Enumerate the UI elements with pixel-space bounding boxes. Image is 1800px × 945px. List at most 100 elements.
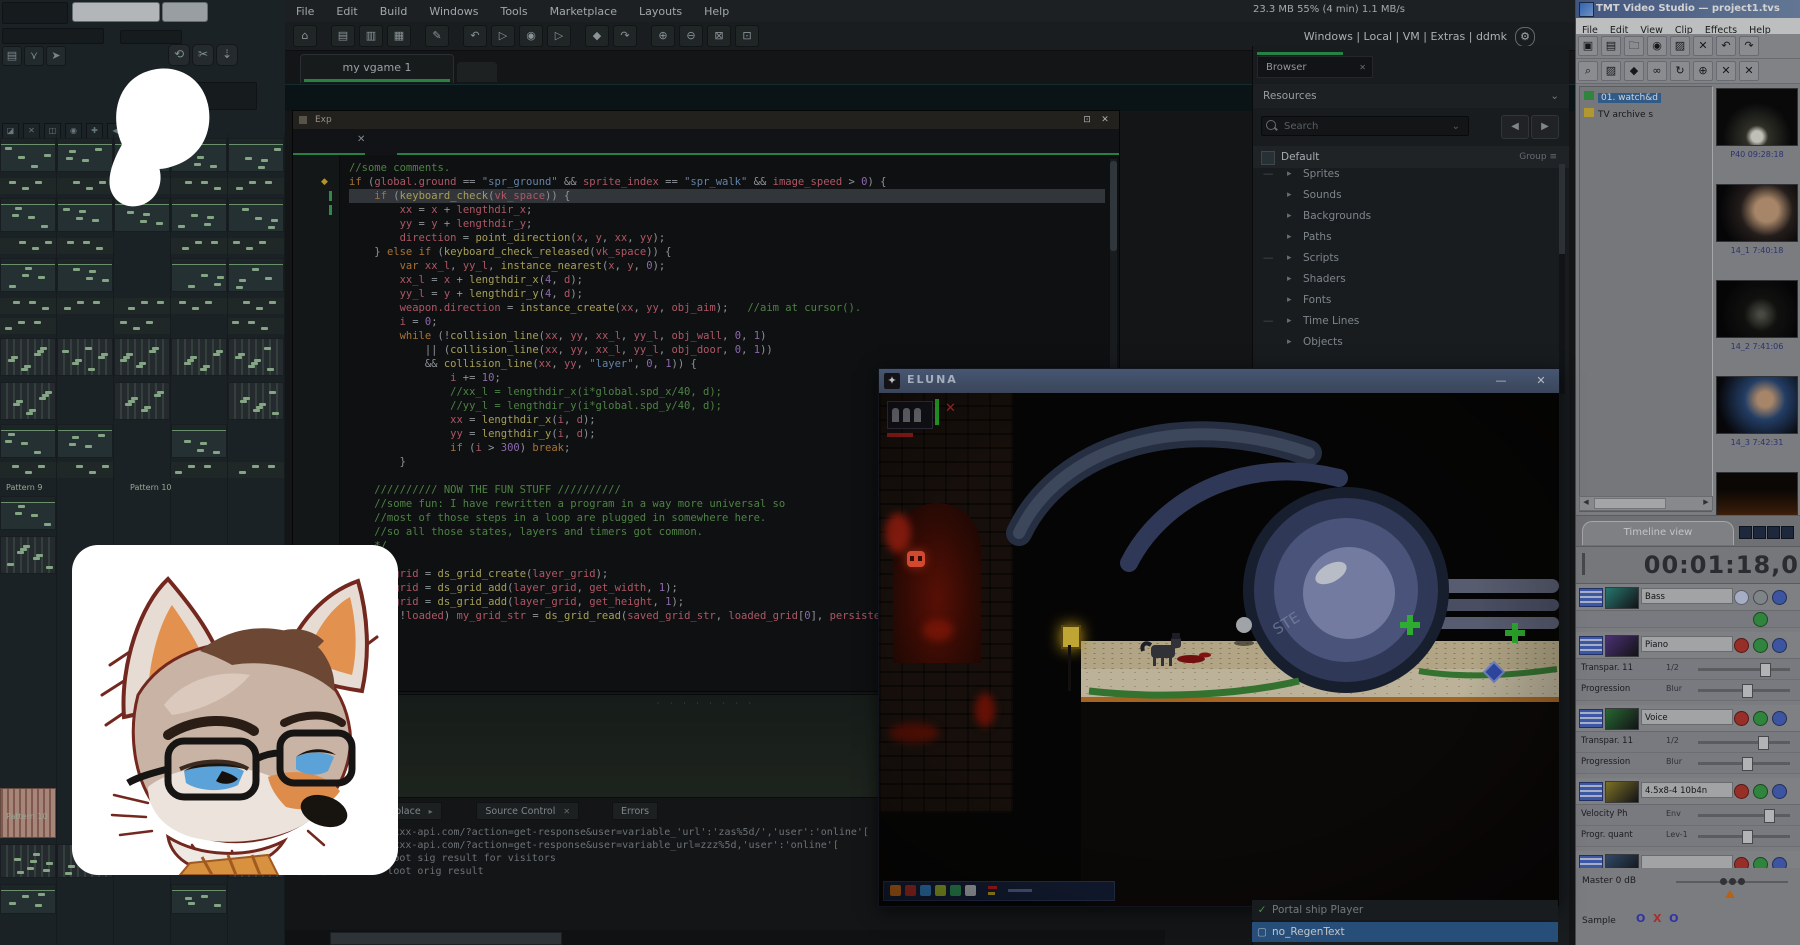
video-tool-icon[interactable]: 🗀 xyxy=(1624,36,1644,56)
view-button-3[interactable] xyxy=(1767,526,1780,539)
code-tabstrip[interactable]: ✕ xyxy=(293,129,1119,155)
track-button[interactable] xyxy=(1772,711,1787,726)
video-tool-icon[interactable]: ↻ xyxy=(1670,61,1690,81)
video-tool-icon[interactable]: ⊕ xyxy=(1693,61,1713,81)
gm-toolbar-icon[interactable]: ▷ xyxy=(491,25,515,47)
gm-toolbar-icon[interactable]: ⊕ xyxy=(651,25,675,47)
fl-pattern-clip[interactable] xyxy=(57,238,113,254)
menu-item-windows[interactable]: Windows xyxy=(418,1,489,18)
track-button[interactable] xyxy=(1753,590,1768,605)
fl-pattern-clip[interactable] xyxy=(0,198,56,232)
video-tool-icon[interactable]: ✕ xyxy=(1739,61,1759,81)
tree-scrollbar-thumb[interactable] xyxy=(1559,164,1565,254)
fl-pattern-clip[interactable] xyxy=(0,178,56,194)
fl-pattern-clip[interactable] xyxy=(228,258,284,292)
fl-pattern-clip[interactable] xyxy=(228,318,284,334)
track-row[interactable]: Voice xyxy=(1576,705,1800,732)
video-tool-icon[interactable]: ✕ xyxy=(1693,36,1713,56)
fl-pattern-clip[interactable] xyxy=(0,238,56,254)
track-button[interactable] xyxy=(1772,784,1787,799)
video-titlebar[interactable]: TMT Video Studio — project1.tvs xyxy=(1576,0,1800,18)
slider-dot[interactable] xyxy=(1729,878,1736,885)
track-button[interactable] xyxy=(1753,638,1768,653)
fl-pattern-clip[interactable] xyxy=(114,318,170,334)
gm-toolbar-icon[interactable]: ⊖ xyxy=(679,25,703,47)
game-viewport[interactable]: STE xyxy=(879,393,1559,906)
gm-toolbar-icon[interactable]: ⌂ xyxy=(293,25,317,47)
game-titlebar[interactable]: ✦ ELUNA — ✕ xyxy=(879,369,1559,393)
gm-toolbar-icon[interactable]: ▥ xyxy=(359,25,383,47)
video-tool-icon[interactable]: ◆ xyxy=(1624,61,1644,81)
sub-slider-track[interactable] xyxy=(1698,668,1790,671)
video-tool-icon[interactable]: ↶ xyxy=(1716,36,1736,56)
scroll-right-icon[interactable]: ▶ xyxy=(1700,497,1712,508)
video-tool-icon[interactable]: ▨ xyxy=(1670,36,1690,56)
bottom-tab[interactable]: Source Control✕ xyxy=(476,802,579,820)
popup-item[interactable]: ▢no_RegenText xyxy=(1252,922,1558,942)
fl-pattern-clip[interactable] xyxy=(171,424,227,458)
clip-thumbnail[interactable] xyxy=(1716,184,1798,242)
gm-target-bar[interactable]: Windows | Local | VM | Extras | ddmk⚙ xyxy=(1304,27,1535,47)
sub-slider-handle[interactable] xyxy=(1764,809,1775,823)
gm-toolbar-icon[interactable]: ✎ xyxy=(425,25,449,47)
track-name[interactable]: Bass xyxy=(1641,588,1733,604)
track-row[interactable]: Bass xyxy=(1576,584,1800,611)
tree-hscrollbar[interactable]: ◀ ▶ xyxy=(1579,496,1713,511)
menu-item-file[interactable]: File xyxy=(285,1,325,18)
fl-pattern-clip[interactable] xyxy=(0,298,56,314)
video-tool-icon[interactable]: ✕ xyxy=(1716,61,1736,81)
fl-pattern-clip[interactable] xyxy=(171,258,227,292)
clip-thumbnail[interactable] xyxy=(1716,280,1798,338)
tree-item-objects[interactable]: ▸Objects xyxy=(1253,332,1569,353)
track-name[interactable]: Piano xyxy=(1641,636,1733,652)
fl-pattern-clip[interactable] xyxy=(0,138,56,172)
fl-pattern-clip[interactable] xyxy=(228,382,284,420)
tree-item-sounds[interactable]: ▸Sounds xyxy=(1253,185,1569,206)
close-icon[interactable]: ✕ xyxy=(1099,114,1111,126)
gm-workspace-tab[interactable]: my vgame 1 xyxy=(300,54,454,83)
video-tool-icon[interactable]: ▣ xyxy=(1578,36,1598,56)
search-input[interactable]: Search ⌄ xyxy=(1261,116,1469,136)
gm-toolbar-icon[interactable]: ↷ xyxy=(613,25,637,47)
tree-scrollbar[interactable] xyxy=(1559,164,1565,394)
slider-dot[interactable] xyxy=(1738,878,1745,885)
fl-pattern-clip[interactable] xyxy=(228,298,284,314)
sub-slider-handle[interactable] xyxy=(1742,684,1753,698)
track-button[interactable] xyxy=(1753,784,1768,799)
track-button[interactable] xyxy=(1734,784,1749,799)
drag-handle-icon[interactable] xyxy=(1579,709,1603,728)
fl-pattern-clip[interactable] xyxy=(0,496,56,530)
fl-pattern-clip[interactable] xyxy=(0,424,56,458)
tree-item-time-lines[interactable]: —▸Time Lines xyxy=(1253,311,1569,332)
gm-toolbar-icon[interactable]: ◆ xyxy=(585,25,609,47)
tree-item-paths[interactable]: ▸Paths xyxy=(1253,227,1569,248)
sub-slider-handle[interactable] xyxy=(1760,663,1771,677)
sub-slider-handle[interactable] xyxy=(1742,757,1753,771)
fl-pattern-clip[interactable] xyxy=(171,884,227,914)
video-tool-icon[interactable]: ⌕ xyxy=(1578,61,1598,81)
fl-pattern-clip[interactable] xyxy=(57,338,113,376)
solo-down-button[interactable] xyxy=(1753,612,1768,627)
fl-pattern-clip[interactable] xyxy=(57,424,113,458)
gm-toolbar-icon[interactable]: ▷ xyxy=(547,25,571,47)
fl-pattern-clip[interactable] xyxy=(0,536,56,574)
fl-pattern-clip[interactable] xyxy=(114,382,170,420)
gm-toolbar-icon[interactable]: ◉ xyxy=(519,25,543,47)
sample-glyph[interactable]: X xyxy=(1653,912,1669,925)
bottom-tab[interactable]: Errors xyxy=(612,802,658,820)
fl-pattern-clip[interactable] xyxy=(228,462,284,478)
track-button[interactable] xyxy=(1753,711,1768,726)
fl-pattern-clip[interactable] xyxy=(0,258,56,292)
view-button-4[interactable] xyxy=(1781,526,1794,539)
sub-slider-handle[interactable] xyxy=(1758,736,1769,750)
gm-toolbar-icon[interactable]: ⊡ xyxy=(735,25,759,47)
tree-item-sprites[interactable]: —▸Sprites xyxy=(1253,164,1569,185)
fl-pattern-clip[interactable] xyxy=(0,338,56,376)
fl-pattern-clip[interactable] xyxy=(0,884,56,914)
track-button[interactable] xyxy=(1772,638,1787,653)
media-tree-item[interactable]: 01. watch&d xyxy=(1582,91,1708,106)
menu-item-edit[interactable]: Edit xyxy=(325,1,368,18)
fl-pattern-clip[interactable] xyxy=(228,338,284,376)
popup-item[interactable]: ✓Portal ship Player xyxy=(1252,900,1558,920)
menu-item-layouts[interactable]: Layouts xyxy=(628,1,693,18)
